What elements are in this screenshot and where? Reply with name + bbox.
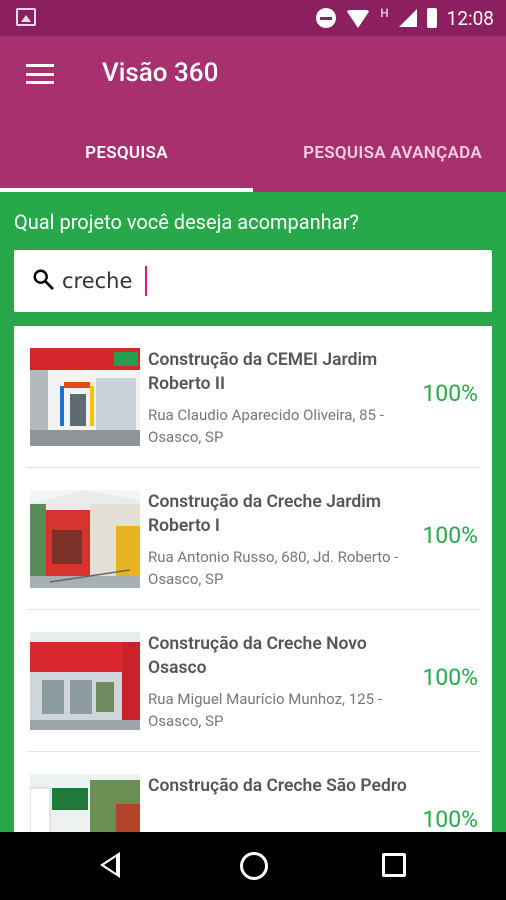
search-box[interactable]: [14, 250, 492, 312]
search-panel: Qual projeto você deseja acompanhar? cre…: [0, 192, 506, 832]
app-bar: Visão 360: [0, 36, 506, 114]
back-icon[interactable]: [100, 852, 120, 878]
home-icon[interactable]: [240, 852, 268, 880]
project-progress: 100%: [422, 522, 478, 549]
do-not-disturb-icon: [316, 8, 337, 28]
project-title: Construção da Creche Novo Osasco: [148, 634, 367, 678]
project-title: Construção da Creche São Pedro: [148, 776, 407, 796]
project-address: Rua Miguel Maurício Munhoz, 125 - Osasco…: [148, 690, 382, 730]
system-nav-bar: [0, 832, 506, 900]
project-address: Rua Antonio Russo, 680, Jd. Roberto - Os…: [148, 548, 399, 588]
project-progress: 100%: [422, 380, 478, 407]
app-title: Visão 360: [102, 58, 219, 88]
wifi-icon: [346, 10, 371, 28]
search-question: Qual projeto você deseja acompanhar?: [14, 210, 359, 234]
text-cursor: [145, 266, 147, 296]
menu-icon[interactable]: [26, 64, 54, 84]
recent-apps-icon[interactable]: [382, 853, 406, 877]
clock: 12:08: [446, 6, 494, 30]
list-item[interactable]: Construção da Creche São Pedro 100%: [26, 760, 480, 832]
search-input[interactable]: [62, 264, 422, 298]
status-bar: H 12:08: [0, 0, 506, 36]
search-icon: [33, 269, 54, 290]
tab-bar: PESQUISA PESQUISA AVANÇADA: [0, 114, 506, 192]
battery-icon: [426, 8, 437, 28]
signal-icon: [398, 9, 417, 27]
tab-pesquisa-avancada[interactable]: PESQUISA AVANÇADA: [253, 114, 506, 192]
project-progress: 100%: [422, 806, 478, 832]
project-title: Construção da Creche Jardim Roberto I: [148, 492, 381, 536]
project-thumbnail: [30, 490, 140, 588]
project-thumbnail: [30, 774, 140, 832]
tab-pesquisa[interactable]: PESQUISA: [0, 114, 253, 192]
list-item[interactable]: Construção da Creche Novo Osasco Rua Mig…: [26, 618, 480, 752]
list-item[interactable]: Construção da Creche Jardim Roberto I Ru…: [26, 476, 480, 610]
network-type-label: H: [380, 6, 389, 20]
list-item[interactable]: Construção da CEMEI Jardim Roberto II Ru…: [26, 334, 480, 468]
project-progress: 100%: [422, 664, 478, 691]
image-icon: [16, 8, 36, 26]
project-thumbnail: [30, 348, 140, 446]
results-list[interactable]: Construção da CEMEI Jardim Roberto II Ru…: [14, 326, 492, 832]
project-address: Rua Claudio Aparecido Oliveira, 85 - Osa…: [148, 406, 384, 446]
project-title: Construção da CEMEI Jardim Roberto II: [148, 350, 378, 394]
project-thumbnail: [30, 632, 140, 730]
